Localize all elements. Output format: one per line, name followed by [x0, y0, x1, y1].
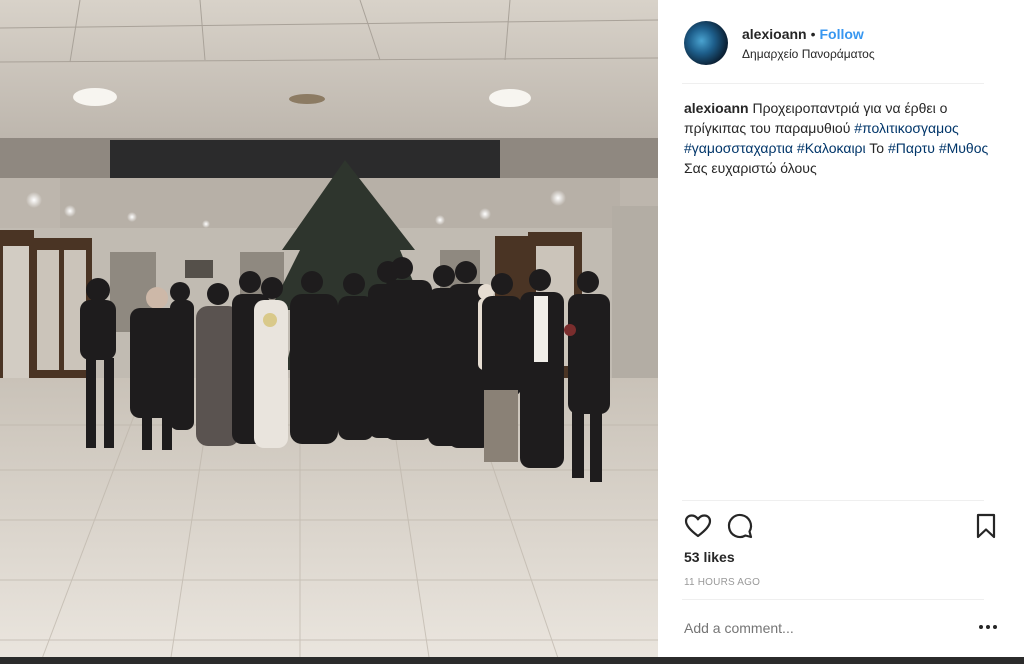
avatar[interactable] — [684, 21, 728, 65]
likes-count[interactable]: 53 likes — [684, 549, 735, 565]
heart-icon[interactable] — [684, 512, 712, 540]
post-side-panel: alexioann • Follow Δημαρχείο Πανοράματος a… — [658, 0, 1024, 664]
header-line: alexioann • Follow — [742, 25, 875, 43]
caption-text: Το — [869, 140, 885, 156]
window-bottom-edge — [0, 657, 1024, 664]
bookmark-icon[interactable] — [972, 512, 1000, 540]
location-link[interactable]: Δημαρχείο Πανοράματος — [742, 46, 875, 62]
header-divider — [682, 83, 984, 84]
action-bar — [684, 510, 1000, 542]
comment-bubble-icon[interactable] — [726, 512, 754, 540]
group-photo-image — [0, 0, 658, 664]
caption-text: Σας ευχαριστώ όλους — [684, 160, 817, 176]
actions-divider — [682, 500, 984, 501]
post-photo[interactable] — [0, 0, 658, 664]
separator-dot: • — [810, 25, 816, 42]
hashtag-link[interactable]: #πολιτικοσγαμος — [854, 120, 958, 136]
hashtag-link[interactable]: #γαμοσσταχαρτια — [684, 140, 793, 156]
hashtag-link[interactable]: #Παρτυ — [888, 140, 935, 156]
post-caption: alexioann Προχειροπαντριά για να έρθει ο… — [684, 98, 1002, 178]
header-text: alexioann • Follow Δημαρχείο Πανοράματος — [742, 25, 875, 62]
comment-divider — [682, 599, 984, 600]
post-timestamp[interactable]: 11 HOURS AGO — [684, 577, 760, 588]
caption-username-link[interactable]: alexioann — [684, 100, 749, 116]
follow-button[interactable]: Follow — [820, 26, 864, 42]
instagram-post: alexioann • Follow Δημαρχείο Πανοράματος a… — [0, 0, 1024, 664]
hashtag-link[interactable]: #Καλοκαιρι — [797, 140, 866, 156]
post-header: alexioann • Follow Δημαρχείο Πανοράματος — [684, 18, 996, 68]
more-options-icon[interactable] — [976, 617, 1000, 637]
username-link[interactable]: alexioann — [742, 26, 807, 42]
hashtag-link[interactable]: #Μυθος — [939, 140, 988, 156]
comment-input[interactable] — [684, 620, 944, 636]
